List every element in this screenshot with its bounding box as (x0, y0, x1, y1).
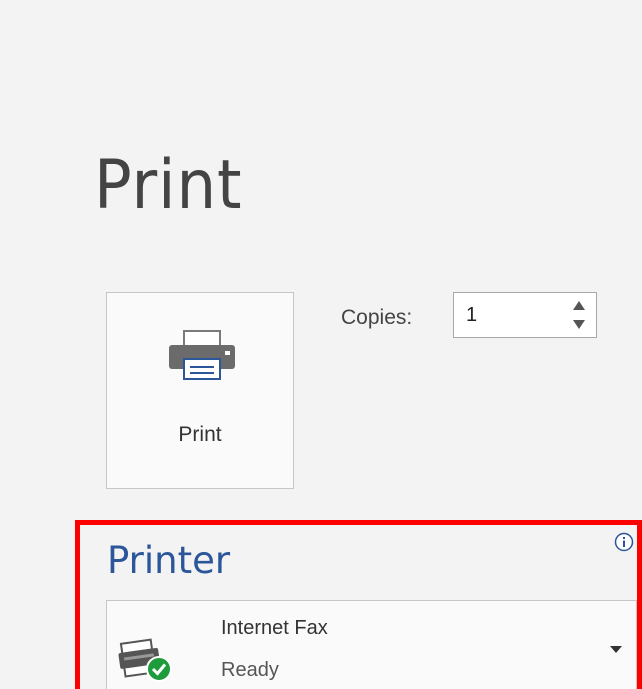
spin-arrows-icon[interactable] (572, 299, 586, 331)
printer-section-header: Printer (107, 539, 231, 582)
printer-status: Ready (221, 659, 279, 681)
printer-name: Internet Fax (221, 617, 328, 639)
page-title: Print (94, 146, 243, 225)
info-icon[interactable] (614, 532, 634, 552)
copies-value[interactable]: 1 (466, 304, 477, 327)
fax-printer-ready-icon (118, 638, 172, 682)
printer-dropdown[interactable]: Internet Fax Ready (106, 600, 637, 689)
print-backstage-page: Print Print Copies: 1 Printer Internet F… (0, 0, 642, 689)
print-button-label: Print (178, 423, 222, 446)
printer-icon (169, 330, 235, 380)
copies-label: Copies: (341, 306, 413, 329)
copies-stepper[interactable]: 1 (453, 292, 597, 338)
chevron-down-icon[interactable] (609, 644, 623, 654)
print-button[interactable]: Print (106, 292, 294, 489)
